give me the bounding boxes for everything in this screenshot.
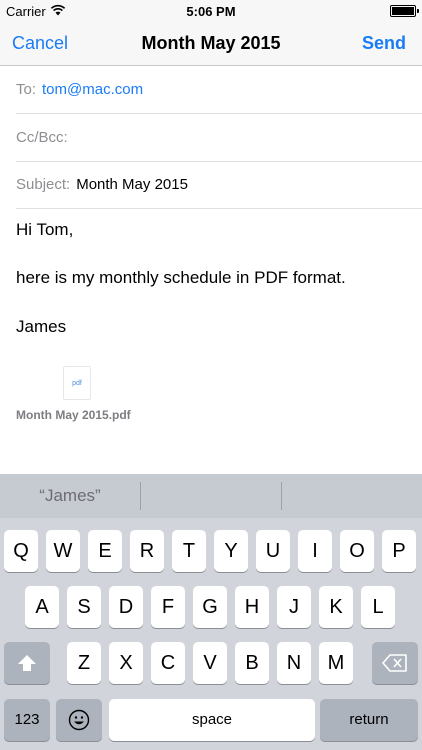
ccbcc-label: Cc/Bcc: — [16, 129, 68, 146]
status-time: 5:06 PM — [186, 4, 236, 19]
suggestion-2[interactable] — [141, 474, 281, 518]
pdf-file-icon: pdf — [63, 366, 91, 400]
shift-key[interactable] — [4, 642, 50, 684]
numbers-key[interactable]: 123 — [4, 699, 50, 741]
delete-key[interactable] — [372, 642, 418, 684]
ccbcc-field[interactable]: Cc/Bcc: — [16, 114, 422, 162]
key-u[interactable]: U — [256, 530, 290, 572]
key-o[interactable]: O — [340, 530, 374, 572]
key-w[interactable]: W — [46, 530, 80, 572]
key-f[interactable]: F — [151, 586, 185, 628]
key-z[interactable]: Z — [67, 642, 101, 684]
key-x[interactable]: X — [109, 642, 143, 684]
send-button[interactable]: Send — [362, 33, 406, 54]
suggestion-1[interactable]: “James” — [0, 474, 140, 518]
to-field[interactable]: To: tom@mac.com — [16, 66, 422, 114]
key-n[interactable]: N — [277, 642, 311, 684]
space-key[interactable]: space — [109, 699, 315, 741]
suggestion-3[interactable] — [282, 474, 422, 518]
key-k[interactable]: K — [319, 586, 353, 628]
nav-bar: Cancel Month May 2015 Send — [0, 22, 422, 66]
nav-title: Month May 2015 — [141, 33, 281, 53]
shift-icon — [18, 655, 36, 671]
attachment-name: Month May 2015.pdf — [16, 408, 131, 422]
body-message[interactable]: here is my monthly schedule in PDF forma… — [16, 268, 346, 288]
subject-field[interactable]: Subject: Month May 2015 — [16, 161, 422, 209]
key-h[interactable]: H — [235, 586, 269, 628]
key-j[interactable]: J — [277, 586, 311, 628]
key-g[interactable]: G — [193, 586, 227, 628]
key-t[interactable]: T — [172, 530, 206, 572]
key-i[interactable]: I — [298, 530, 332, 572]
key-p[interactable]: P — [382, 530, 416, 572]
key-l[interactable]: L — [361, 586, 395, 628]
subject-value[interactable]: Month May 2015 — [76, 176, 188, 193]
key-y[interactable]: Y — [214, 530, 248, 572]
key-s[interactable]: S — [67, 586, 101, 628]
battery-icon — [390, 5, 419, 17]
key-d[interactable]: D — [109, 586, 143, 628]
key-r[interactable]: R — [130, 530, 164, 572]
emoji-icon — [68, 709, 90, 731]
return-key[interactable]: return — [320, 699, 418, 741]
key-v[interactable]: V — [193, 642, 227, 684]
to-recipient[interactable]: tom@mac.com — [42, 81, 143, 98]
key-q[interactable]: Q — [4, 530, 38, 572]
emoji-key[interactable] — [56, 699, 102, 741]
delete-icon — [382, 654, 407, 672]
keyboard: “James” Q W E R T Y U I O P A S D F G H … — [0, 474, 422, 750]
body-greeting[interactable]: Hi Tom, — [16, 220, 73, 240]
key-c[interactable]: C — [151, 642, 185, 684]
suggestion-bar: “James” — [0, 474, 422, 518]
to-label: To: — [16, 81, 37, 98]
key-a[interactable]: A — [25, 586, 59, 628]
key-e[interactable]: E — [88, 530, 122, 572]
status-bar: Carrier 5:06 PM — [0, 0, 422, 22]
pdf-attachment[interactable]: pdf Month May 2015.pdf — [16, 364, 146, 424]
key-b[interactable]: B — [235, 642, 269, 684]
key-m[interactable]: M — [319, 642, 353, 684]
body-signature[interactable]: James — [16, 317, 66, 337]
subject-label: Subject: — [16, 176, 71, 193]
